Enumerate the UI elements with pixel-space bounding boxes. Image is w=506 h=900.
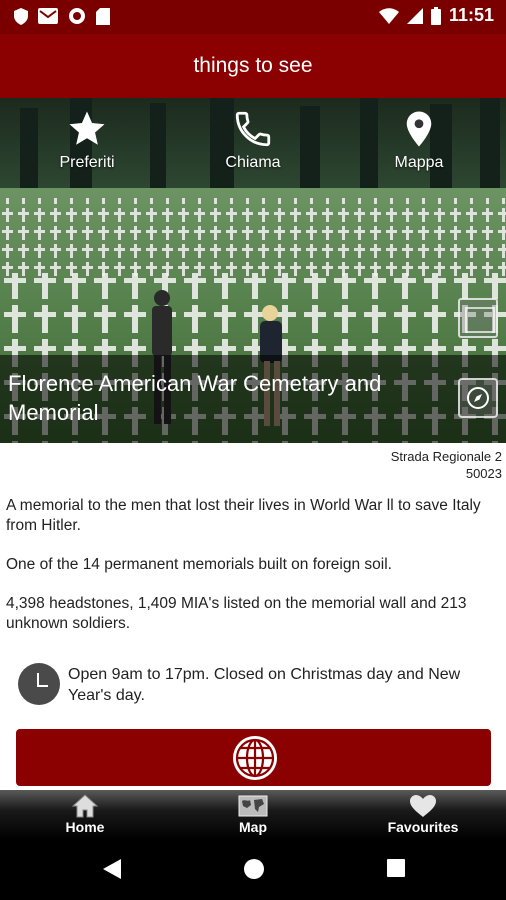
bottom-navigation: Home Map Favourites [0,790,506,840]
nav-map-label: Map [239,819,267,835]
favourite-action-label: Preferiti [59,154,115,171]
gallery-icon[interactable] [458,298,498,338]
nav-map[interactable]: Map [218,790,288,840]
phone-icon [235,111,271,147]
nav-home[interactable]: Home [50,790,120,840]
page-title: things to see [193,54,313,77]
call-action-button[interactable]: Chiama [198,108,308,172]
favourite-action-button[interactable]: Preferiti [32,108,142,172]
recents-icon[interactable] [386,858,406,878]
shield-icon [14,7,28,25]
status-right-icons: 11:51 [378,5,494,26]
nav-favourites[interactable]: Favourites [378,790,468,840]
globe-icon [233,736,277,780]
place-title: Florence American War Cemetary and Memor… [8,371,382,425]
address: Strada Regionale 2 50023 [391,448,502,482]
sd-card-icon [96,7,110,25]
hero-image: Preferiti Chiama Mappa Florence American… [0,98,506,443]
signal-icon [406,7,423,24]
description-paragraph: 4,398 headstones, 1,409 MIA's listed on … [6,595,467,632]
map-pin-icon [406,111,432,147]
home-circle-icon[interactable] [243,858,265,880]
status-bar: 11:51 [0,0,506,34]
clock-icon [18,663,60,705]
address-postcode: 50023 [465,466,502,481]
website-button[interactable] [16,729,491,786]
system-navigation-bar [0,840,506,900]
back-icon[interactable] [102,858,122,880]
hero-caption: Florence American War Cemetary and Memor… [0,355,506,443]
heart-icon [410,795,436,817]
world-map-icon [238,795,268,817]
address-street: Strada Regionale 2 [390,449,502,464]
star-icon [69,111,105,145]
home-icon [72,794,98,818]
hero-actions: Preferiti Chiama Mappa [0,98,506,188]
description-paragraph: A memorial to the men that lost their li… [6,497,481,534]
nav-favourites-label: Favourites [387,819,459,835]
call-action-label: Chiama [225,154,281,171]
record-icon [69,8,85,24]
wifi-icon [378,7,399,24]
map-action-label: Mappa [394,154,444,171]
status-left-icons [14,7,110,25]
app-bar: things to see [0,34,506,98]
battery-icon [430,6,441,25]
nav-home-label: Home [65,819,105,835]
gmail-icon [38,8,58,24]
compass-icon[interactable] [458,378,498,418]
description-paragraph: One of the 14 permanent memorials built … [6,556,392,573]
map-action-button[interactable]: Mappa [364,108,474,172]
opening-hours: Open 9am to 17pm. Closed on Christmas da… [68,666,461,704]
description: A memorial to the men that lost their li… [6,496,500,653]
clock-time: 11:51 [448,5,494,25]
